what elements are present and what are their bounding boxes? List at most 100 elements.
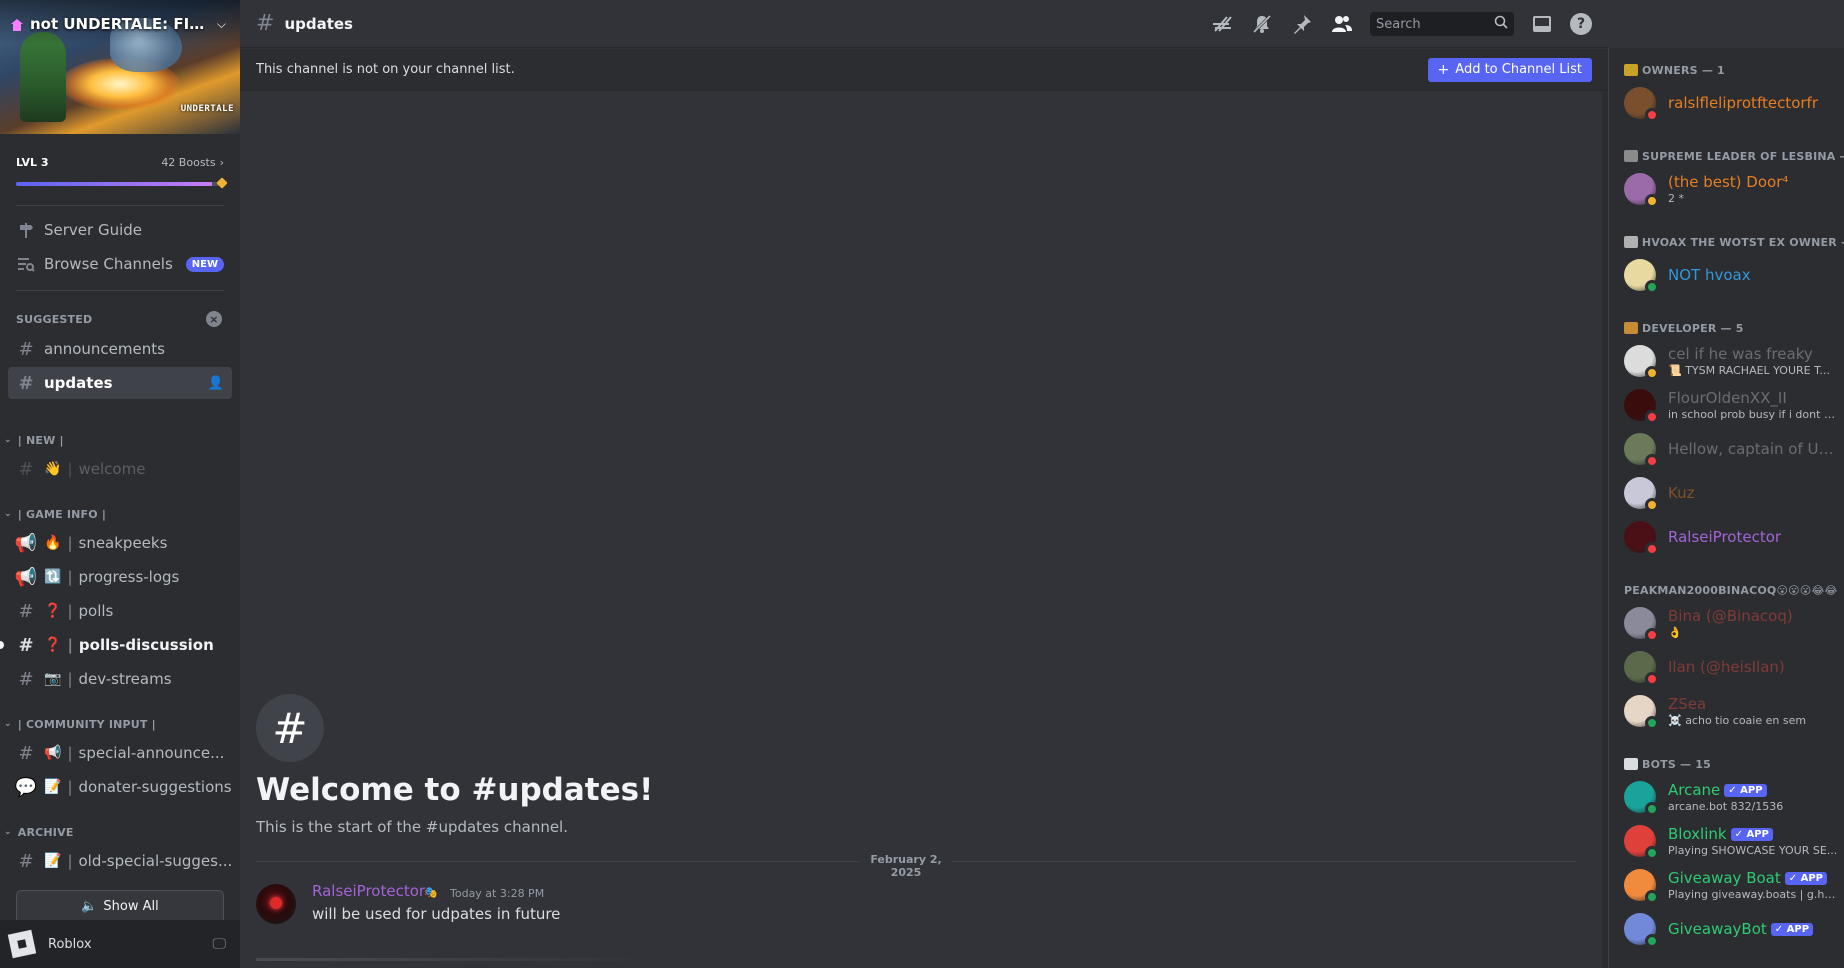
status-online-icon (1645, 890, 1659, 904)
member-item[interactable]: NOT hvoax (1624, 254, 1844, 296)
chat-main: # updates Search ? This channel is not o… (240, 0, 1608, 968)
divider (16, 290, 224, 291)
channel-polls-discussion[interactable]: # ❓ | polls-discussion (8, 629, 232, 661)
members-icon[interactable] (1330, 12, 1354, 36)
boost-progress-row[interactable]: LVL 3 42 Boosts › (16, 152, 224, 172)
avatar (1624, 173, 1659, 208)
new-badge: NEW (185, 256, 224, 272)
camera-emoji: 📷 (44, 671, 62, 687)
member-item[interactable]: RalseiProtector (1624, 516, 1844, 558)
channel-dev-streams[interactable]: # 📷 | dev-streams (8, 663, 232, 695)
activity-panel[interactable]: Roblox 🖵 (0, 920, 240, 968)
member-item[interactable]: ZSea ☠️ acho tio coaie en sem (1624, 690, 1844, 732)
close-icon[interactable]: × (206, 311, 222, 327)
channel-donater-suggestions[interactable]: 💬 📝 | donater-suggestions (8, 771, 232, 803)
hashtag-icon: # (18, 668, 34, 690)
member-item[interactable]: ralslfleliprotftectorfr (1624, 82, 1844, 124)
channel-label: old-special-sugges... (78, 852, 233, 870)
server-guide-item[interactable]: Server Guide (8, 214, 232, 246)
member-name: ralslfleliprotftectorfr (1668, 94, 1818, 112)
chevron-down-icon: ⌄ (4, 435, 12, 445)
category-community-input[interactable]: ⌄ | COMMUNITY INPUT | (4, 715, 236, 733)
member-item[interactable]: Bina (@Binacoq) 👌 (1624, 602, 1844, 644)
browse-channels-item[interactable]: Browse Channels NEW (8, 248, 232, 280)
role-group-header: PEAKMAN2000BINACOQ😮😮😮😂😂 (1624, 583, 1838, 597)
megaphone-icon: 📢 (14, 532, 38, 554)
browse-channels-icon (16, 254, 36, 274)
bell-slash-icon[interactable] (1250, 12, 1274, 36)
message-author[interactable]: RalseiProtector (312, 882, 425, 900)
role-group-header: BOTS — 15 (1624, 756, 1844, 772)
member-item[interactable]: Hellow, captain of UF... (1624, 428, 1844, 470)
avatar (1624, 695, 1659, 730)
channel-old-special-suggestions[interactable]: # 📝 | old-special-sugges... (8, 845, 232, 877)
member-status-text: Playing SHOWCASE YOUR SE... (1668, 844, 1838, 857)
member-name: NOT hvoax (1668, 266, 1751, 284)
member-item[interactable]: GiveawayBot ✓ APP (1624, 908, 1844, 950)
member-name: RalseiProtector (1668, 528, 1782, 546)
server-guide-label: Server Guide (44, 221, 143, 239)
add-member-icon[interactable]: 👤 (208, 376, 224, 391)
threads-icon[interactable] (1210, 12, 1234, 36)
channel-label: polls-discussion (78, 636, 214, 654)
channel-progress-logs[interactable]: 📢 🔃 | progress-logs (8, 561, 232, 593)
status-online-icon (1645, 280, 1659, 294)
screen-share-icon[interactable]: 🖵 (213, 936, 227, 952)
channel-label: announcements (44, 340, 165, 358)
member-item[interactable]: FlourOldenXX_II in school prob busy if i … (1624, 384, 1844, 426)
inbox-icon[interactable] (1530, 12, 1554, 36)
message-timestamp[interactable]: Today at 3:28 PM (450, 887, 544, 900)
member-item[interactable]: cel if he was freaky 📜 TYSM RACHAEL YOURE… (1624, 340, 1844, 382)
channel-updates[interactable]: # updates 👤 (8, 367, 232, 399)
signpost-icon (16, 220, 36, 240)
server-level: LVL 3 (16, 155, 49, 169)
pin-icon[interactable] (1290, 12, 1314, 36)
member-item[interactable]: Ilan (@heisIlan) (1624, 646, 1844, 688)
chevron-down-icon: ⌄ (4, 509, 12, 519)
member-item[interactable]: Arcane ✓ APP arcane.bot 832/1536 (1624, 776, 1844, 818)
help-icon[interactable]: ? (1570, 13, 1592, 35)
server-name[interactable]: not UNDERTALE: FIN... (30, 15, 206, 33)
app-badge: ✓ APP (1730, 828, 1773, 841)
member-status-text: 2 * (1668, 192, 1684, 205)
server-header[interactable]: not UNDERTALE: FIN... ⌵ (10, 14, 226, 34)
browse-channels-label: Browse Channels (44, 255, 173, 273)
category-new[interactable]: ⌄ | NEW | (4, 431, 236, 449)
category-archive[interactable]: ⌄ ARCHIVE (4, 823, 236, 841)
avatar[interactable] (256, 884, 296, 924)
channel-welcome[interactable]: # 👋 | welcome (8, 453, 232, 485)
plus-icon: + (1437, 61, 1450, 78)
chevron-down-icon[interactable]: ⌵ (217, 17, 226, 32)
role-group-header: HVOAX THE WOTST EX OWNER — 1 (1624, 234, 1844, 250)
hashtag-icon: # (18, 458, 34, 480)
member-status-text: ☠️ acho tio coaie en sem (1668, 714, 1807, 727)
member-item[interactable]: (the best) Door⁴ 2 * (1624, 168, 1844, 210)
waving-hand-emoji: 👋 (44, 461, 62, 477)
category-game-info[interactable]: ⌄ | GAME INFO | (4, 505, 236, 523)
status-idle-icon (1645, 194, 1659, 208)
role-icon (1624, 236, 1638, 248)
chevron-right-icon[interactable]: › (220, 156, 224, 169)
member-item[interactable]: Kuz (1624, 472, 1844, 514)
channel-sidebar: not UNDERTALE: FIN... ⌵ UNDERTALE LVL 3 … (0, 0, 240, 968)
show-all-button[interactable]: 🔈 Show All (16, 890, 224, 922)
channel-label: dev-streams (78, 670, 172, 688)
hashtag-icon: # (256, 11, 275, 36)
member-item[interactable]: Bloxlink ✓ APP Playing SHOWCASE YOUR SE... (1624, 820, 1844, 862)
channel-sneakpeeks[interactable]: 📢 🔥 | sneakpeeks (8, 527, 232, 559)
channel-polls[interactable]: # ❓ | polls (8, 595, 232, 627)
role-icon (1624, 758, 1638, 770)
channel-label: polls (78, 602, 114, 620)
forum-icon: 💬 (14, 776, 38, 798)
add-to-channel-list-button[interactable]: + Add to Channel List (1427, 57, 1592, 82)
member-list: OWNERS — 1 ralslfleliprotftectorfr SUPREME… (1608, 48, 1844, 968)
channel-announcements[interactable]: # announcements (8, 333, 232, 365)
search-icon (1494, 15, 1508, 33)
channel-special-announce[interactable]: # 📢 | special-announce... (8, 737, 232, 769)
server-banner[interactable]: not UNDERTALE: FIN... ⌵ UNDERTALE (0, 0, 240, 134)
status-dnd-icon (1645, 542, 1659, 556)
member-status-text: Playing giveaway.boats | g.help (1668, 888, 1838, 901)
search-input[interactable]: Search (1370, 12, 1514, 36)
boost-count[interactable]: 42 Boosts (161, 156, 215, 169)
member-item[interactable]: Giveaway Boat ✓ APP Playing giveaway.boats… (1624, 864, 1844, 906)
